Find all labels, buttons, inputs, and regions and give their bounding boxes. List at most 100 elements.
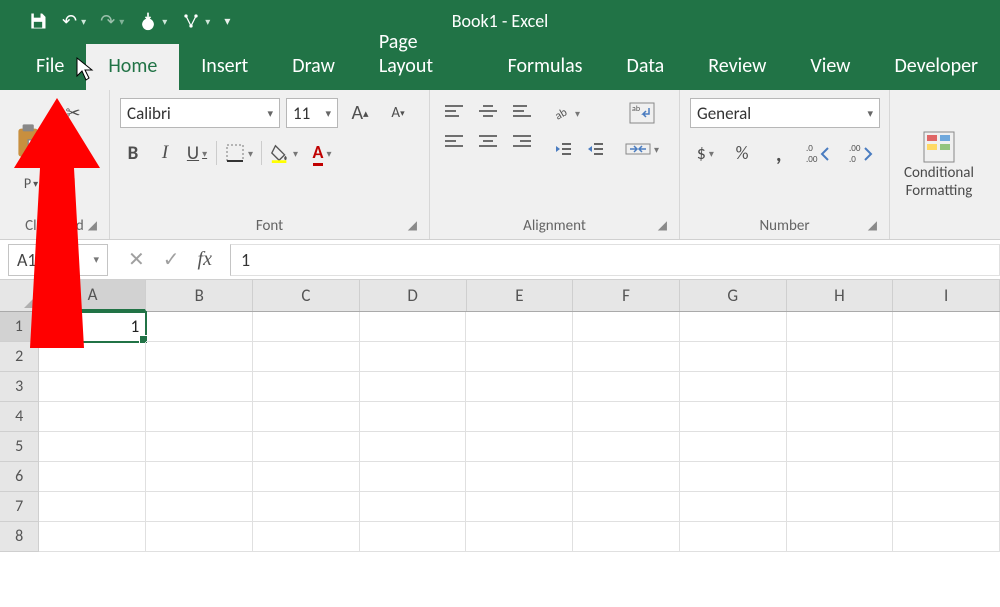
- cell-I4[interactable]: [893, 402, 1000, 432]
- row-header-7[interactable]: 7: [0, 492, 39, 522]
- cell-B5[interactable]: [146, 432, 253, 462]
- percent-icon[interactable]: %: [727, 138, 758, 168]
- cell-B7[interactable]: [146, 492, 253, 522]
- row-header-2[interactable]: 2: [0, 342, 39, 372]
- cell-D7[interactable]: [360, 492, 467, 522]
- cell-F8[interactable]: [573, 522, 680, 552]
- cell-C7[interactable]: [253, 492, 360, 522]
- cell-G6[interactable]: [680, 462, 787, 492]
- cell-E6[interactable]: [466, 462, 573, 492]
- row-header-1[interactable]: 1: [0, 312, 39, 342]
- cell-A5[interactable]: [39, 432, 146, 462]
- cell-E1[interactable]: [466, 312, 573, 342]
- cell-F5[interactable]: [573, 432, 680, 462]
- cell-H8[interactable]: [787, 522, 894, 552]
- cell-G1[interactable]: [680, 312, 787, 342]
- currency-icon[interactable]: $▾: [690, 138, 721, 168]
- underline-button[interactable]: U▾: [184, 138, 210, 168]
- cell-F1[interactable]: [573, 312, 680, 342]
- insert-function-icon[interactable]: fx: [198, 248, 212, 271]
- tab-home[interactable]: Home: [86, 44, 179, 90]
- cell-G8[interactable]: [680, 522, 787, 552]
- cell-F2[interactable]: [573, 342, 680, 372]
- qat-customize-icon[interactable]: ▾: [224, 14, 230, 29]
- col-header-F[interactable]: F: [573, 280, 680, 311]
- cell-I2[interactable]: [893, 342, 1000, 372]
- col-header-A[interactable]: A: [40, 280, 147, 311]
- comma-icon[interactable]: ,: [763, 138, 794, 168]
- conditional-formatting-button[interactable]: Conditional Formatting: [900, 98, 978, 231]
- cell-G4[interactable]: [680, 402, 787, 432]
- align-top-icon[interactable]: [440, 98, 468, 124]
- cell-H5[interactable]: [787, 432, 894, 462]
- cell-E7[interactable]: [466, 492, 573, 522]
- cancel-formula-icon[interactable]: ✕: [128, 247, 145, 272]
- dialog-launcher-icon[interactable]: ◢: [88, 218, 97, 233]
- cell-C3[interactable]: [253, 372, 360, 402]
- align-left-icon[interactable]: [440, 128, 468, 154]
- cell-D2[interactable]: [360, 342, 467, 372]
- cell-I6[interactable]: [893, 462, 1000, 492]
- increase-indent-icon[interactable]: [582, 134, 608, 164]
- tab-data[interactable]: Data: [605, 44, 687, 90]
- fill-color-icon[interactable]: ▾: [268, 138, 300, 168]
- paste-button[interactable]: [10, 119, 52, 169]
- cell-I7[interactable]: [893, 492, 1000, 522]
- italic-button[interactable]: I: [152, 138, 178, 168]
- cell-B8[interactable]: [146, 522, 253, 552]
- cell-H3[interactable]: [787, 372, 894, 402]
- cell-G5[interactable]: [680, 432, 787, 462]
- align-bottom-icon[interactable]: [508, 98, 536, 124]
- cell-A1[interactable]: 1: [39, 312, 146, 342]
- row-header-5[interactable]: 5: [0, 432, 39, 462]
- cell-D5[interactable]: [360, 432, 467, 462]
- cell-H7[interactable]: [787, 492, 894, 522]
- cell-H1[interactable]: [787, 312, 894, 342]
- cell-H6[interactable]: [787, 462, 894, 492]
- enter-formula-icon[interactable]: ✓: [163, 247, 180, 272]
- cell-I1[interactable]: [893, 312, 1000, 342]
- addins-icon[interactable]: ▾: [181, 11, 210, 31]
- number-format-combo[interactable]: General▾: [690, 98, 880, 128]
- font-name-combo[interactable]: Calibri▾: [120, 98, 280, 128]
- row-header-4[interactable]: 4: [0, 402, 39, 432]
- cell-A3[interactable]: [39, 372, 146, 402]
- cell-D6[interactable]: [360, 462, 467, 492]
- tab-formulas[interactable]: Formulas: [486, 44, 605, 90]
- cell-A7[interactable]: [39, 492, 146, 522]
- borders-icon[interactable]: ▾: [223, 138, 255, 168]
- col-header-B[interactable]: B: [146, 280, 253, 311]
- col-header-H[interactable]: H: [787, 280, 894, 311]
- tab-insert[interactable]: Insert: [179, 44, 270, 90]
- col-header-I[interactable]: I: [893, 280, 1000, 311]
- cell-D1[interactable]: [360, 312, 467, 342]
- cell-C5[interactable]: [253, 432, 360, 462]
- tab-review[interactable]: Review: [686, 44, 788, 90]
- dialog-launcher-icon[interactable]: ◢: [408, 218, 417, 233]
- cell-B3[interactable]: [146, 372, 253, 402]
- cell-A6[interactable]: [39, 462, 146, 492]
- cell-E4[interactable]: [466, 402, 573, 432]
- col-header-E[interactable]: E: [467, 280, 574, 311]
- col-header-D[interactable]: D: [360, 280, 467, 311]
- increase-font-icon[interactable]: A▴: [344, 98, 376, 128]
- cell-E2[interactable]: [466, 342, 573, 372]
- name-box[interactable]: A1▾: [8, 244, 108, 276]
- cell-G2[interactable]: [680, 342, 787, 372]
- cell-I3[interactable]: [893, 372, 1000, 402]
- font-color-icon[interactable]: A▾: [306, 138, 338, 168]
- cut-icon[interactable]: ✂: [60, 98, 86, 128]
- cell-D8[interactable]: [360, 522, 467, 552]
- cell-H4[interactable]: [787, 402, 894, 432]
- copy-icon[interactable]: ▾: [60, 134, 86, 164]
- dialog-launcher-icon[interactable]: ◢: [658, 218, 667, 233]
- formula-input[interactable]: 1: [230, 244, 1000, 276]
- format-painter-icon[interactable]: [60, 170, 86, 200]
- cell-G3[interactable]: [680, 372, 787, 402]
- cell-F3[interactable]: [573, 372, 680, 402]
- col-header-G[interactable]: G: [680, 280, 787, 311]
- cell-C1[interactable]: [253, 312, 360, 342]
- cell-E5[interactable]: [466, 432, 573, 462]
- cell-I5[interactable]: [893, 432, 1000, 462]
- align-middle-icon[interactable]: [474, 98, 502, 124]
